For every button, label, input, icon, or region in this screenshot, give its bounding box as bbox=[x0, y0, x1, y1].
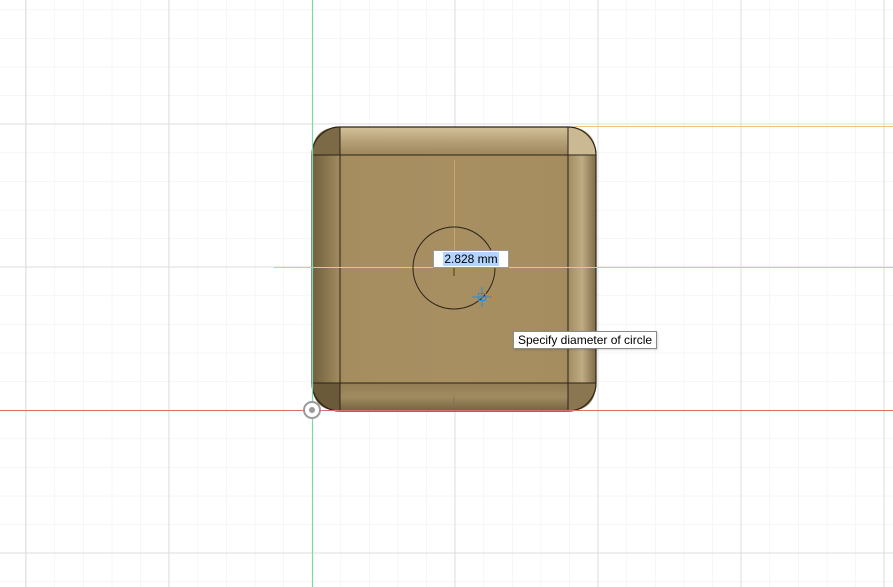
sketch-canvas[interactable] bbox=[0, 0, 893, 587]
diameter-dimension-input[interactable]: 2.828 mm bbox=[433, 250, 509, 268]
canvas-viewport[interactable]: 2.828 mm Specify diameter of circle bbox=[0, 0, 893, 587]
diameter-value[interactable]: 2.828 mm bbox=[443, 252, 499, 266]
command-tooltip: Specify diameter of circle bbox=[513, 331, 658, 349]
origin-icon[interactable] bbox=[303, 401, 321, 419]
